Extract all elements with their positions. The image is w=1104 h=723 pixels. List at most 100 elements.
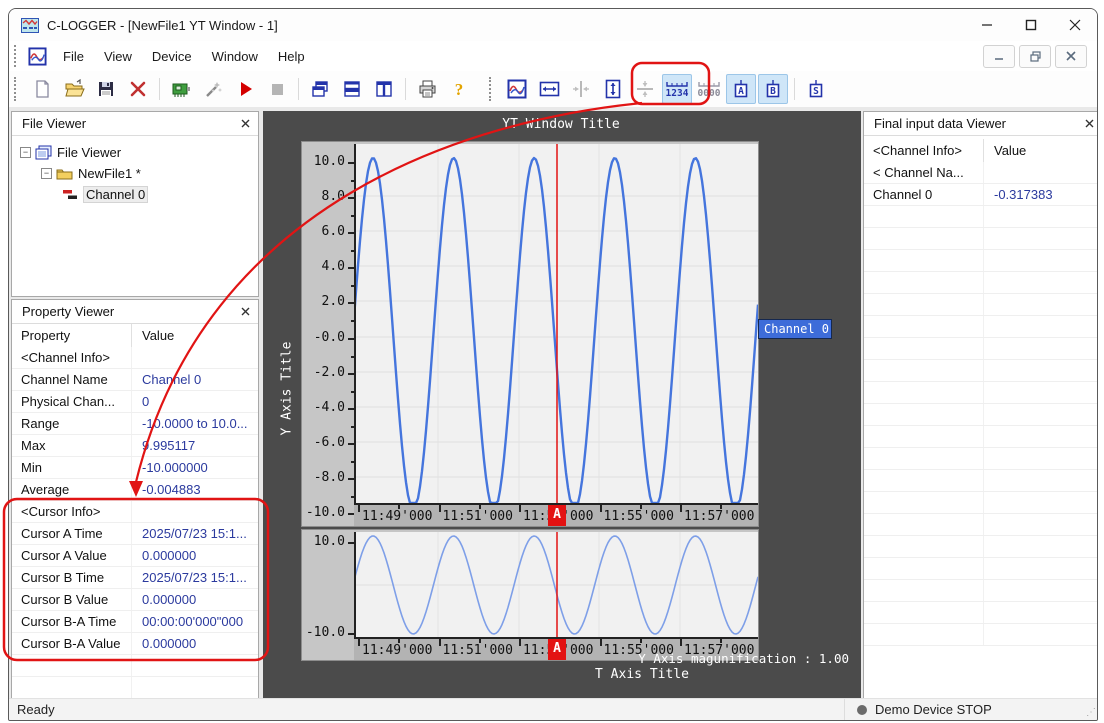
channel-legend-tag[interactable]: Channel 0: [758, 319, 832, 339]
menu-view[interactable]: View: [94, 44, 142, 69]
table-row[interactable]: Max 9.995117: [12, 435, 258, 457]
menu-file[interactable]: File: [53, 44, 94, 69]
final-viewer-close-icon[interactable]: [1085, 119, 1094, 128]
menu-help[interactable]: Help: [268, 44, 315, 69]
tree-item-channel0[interactable]: Channel 0: [12, 184, 258, 205]
table-row[interactable]: Channel 0 -0.317383: [864, 184, 1097, 206]
table-row[interactable]: Cursor B Value 0.000000: [12, 589, 258, 611]
collapse-icon[interactable]: −: [41, 168, 52, 179]
yt-chart-area[interactable]: YT Window Title Y Axis Title 10.0 8.0 6.0 4…: [263, 111, 861, 699]
fit-horizontal-button[interactable]: [534, 74, 564, 104]
main-plot[interactable]: [354, 144, 758, 505]
file-viewer-close-icon[interactable]: [241, 119, 250, 128]
table-row[interactable]: Channel Name Channel 0: [12, 369, 258, 391]
tile-horizontal-button[interactable]: [337, 74, 367, 104]
table-row[interactable]: Cursor B-A Value 0.000000: [12, 633, 258, 655]
main-y-scale[interactable]: 10.0 8.0 6.0 4.0 2.0 -0.0 -2.0 -4.0 -6.0 -8.0 -10.…: [302, 142, 354, 526]
device-setup-button[interactable]: [166, 74, 196, 104]
compress-vertical-button[interactable]: [630, 74, 660, 104]
overview-y-scale[interactable]: 10.0 -10.0: [302, 530, 354, 660]
table-row[interactable]: [864, 492, 1097, 514]
cursor-a-marker[interactable]: A: [548, 639, 566, 660]
table-row[interactable]: [864, 624, 1097, 646]
table-row[interactable]: [864, 360, 1097, 382]
fit-vertical-button[interactable]: [598, 74, 628, 104]
value-cell: [984, 250, 1097, 271]
table-row[interactable]: Cursor B Time 2025/07/23 15:1...: [12, 567, 258, 589]
table-row[interactable]: [864, 228, 1097, 250]
new-file-button[interactable]: [27, 74, 57, 104]
delete-button[interactable]: [123, 74, 153, 104]
cursor-b-button[interactable]: B: [758, 74, 788, 104]
tree-item-file-viewer[interactable]: − File Viewer: [12, 142, 258, 163]
table-row[interactable]: [864, 272, 1097, 294]
final-viewer-header[interactable]: Final input data Viewer: [864, 112, 1097, 136]
tree-item-newfile1[interactable]: − NewFile1 *: [12, 163, 258, 184]
table-row[interactable]: [864, 206, 1097, 228]
table-row[interactable]: [864, 602, 1097, 624]
overview-plot[interactable]: [354, 532, 758, 639]
property-cell: [864, 294, 984, 315]
table-row[interactable]: <Cursor Info>: [12, 501, 258, 523]
main-time-axis[interactable]: 11:49'00011:51'00011:53'00011:55'00011:5…: [354, 505, 758, 526]
table-row[interactable]: [864, 382, 1097, 404]
window-minimize-button[interactable]: [965, 9, 1009, 41]
toolbar2-gripper[interactable]: [489, 77, 495, 101]
table-row[interactable]: [864, 250, 1097, 272]
mdi-minimize-button[interactable]: [983, 44, 1015, 68]
compress-horizontal-button[interactable]: [566, 74, 596, 104]
table-row[interactable]: Cursor A Value 0.000000: [12, 545, 258, 567]
table-row[interactable]: [864, 426, 1097, 448]
table-row[interactable]: [864, 448, 1097, 470]
status-text: Ready: [17, 702, 55, 717]
cascade-windows-button[interactable]: [305, 74, 335, 104]
ruler-0000-button[interactable]: 0000: [694, 74, 724, 104]
help-button[interactable]: ?: [444, 74, 474, 104]
resize-grip-icon[interactable]: ⋰: [1086, 707, 1096, 718]
table-row[interactable]: Cursor B-A Time 00:00:00'000"000: [12, 611, 258, 633]
table-row[interactable]: <Channel Info>: [12, 347, 258, 369]
file-viewer-header[interactable]: File Viewer: [12, 112, 258, 136]
menubar-gripper[interactable]: [14, 45, 20, 67]
table-row[interactable]: [864, 536, 1097, 558]
ruler-1234-button[interactable]: 1234: [662, 74, 692, 104]
menu-device[interactable]: Device: [142, 44, 202, 69]
table-row[interactable]: [12, 655, 258, 677]
table-row[interactable]: [864, 514, 1097, 536]
table-row[interactable]: Physical Chan... 0: [12, 391, 258, 413]
tile-vertical-button[interactable]: [369, 74, 399, 104]
mdi-close-button[interactable]: [1055, 44, 1087, 68]
table-row[interactable]: Range -10.0000 to 10.0...: [12, 413, 258, 435]
sync-s-button[interactable]: S: [801, 74, 831, 104]
table-row[interactable]: [864, 294, 1097, 316]
toolbar-gripper[interactable]: [14, 77, 20, 101]
cursor-a-marker[interactable]: A: [548, 505, 566, 526]
table-row[interactable]: [864, 470, 1097, 492]
yt-window-button[interactable]: [502, 74, 532, 104]
wizard-button[interactable]: [198, 74, 228, 104]
mdi-restore-button[interactable]: [1019, 44, 1051, 68]
table-row[interactable]: [864, 316, 1097, 338]
cursor-a-button[interactable]: A: [726, 74, 756, 104]
menu-window[interactable]: Window: [202, 44, 268, 69]
collapse-icon[interactable]: −: [20, 147, 31, 158]
table-row[interactable]: [864, 580, 1097, 602]
window-close-button[interactable]: [1053, 9, 1097, 41]
table-row[interactable]: [864, 338, 1097, 360]
stop-measure-button[interactable]: [262, 74, 292, 104]
table-row[interactable]: [864, 404, 1097, 426]
save-file-button[interactable]: [91, 74, 121, 104]
table-row[interactable]: [12, 677, 258, 699]
table-row[interactable]: Min -10.000000: [12, 457, 258, 479]
table-row[interactable]: [864, 558, 1097, 580]
table-row[interactable]: Average -0.004883: [12, 479, 258, 501]
yt-window-icon[interactable]: [28, 46, 47, 66]
open-file-button[interactable]: [59, 74, 89, 104]
table-row[interactable]: Cursor A Time 2025/07/23 15:1...: [12, 523, 258, 545]
start-measure-button[interactable]: [230, 74, 260, 104]
table-row[interactable]: < Channel Na...: [864, 162, 1097, 184]
property-viewer-header[interactable]: Property Viewer: [12, 300, 258, 324]
print-button[interactable]: [412, 74, 442, 104]
property-viewer-close-icon[interactable]: [241, 307, 250, 316]
window-maximize-button[interactable]: [1009, 9, 1053, 41]
